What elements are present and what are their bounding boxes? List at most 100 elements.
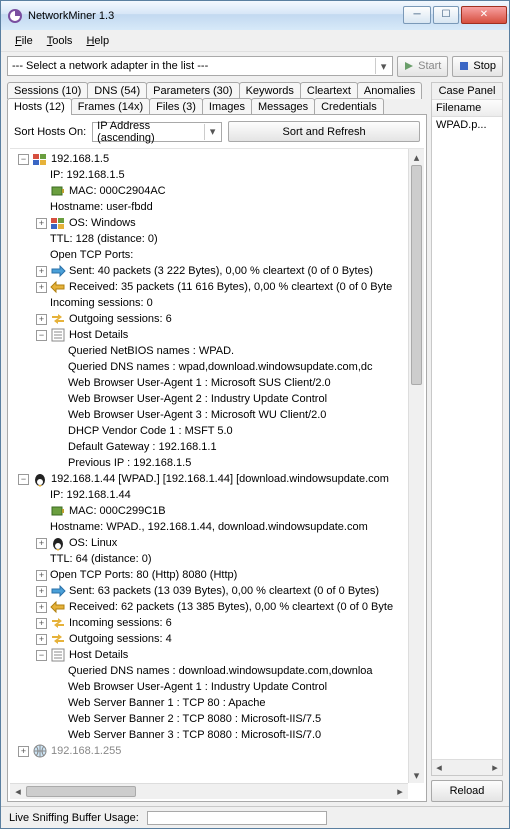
scroll-right-icon[interactable]: ▸ (488, 760, 502, 775)
tree-node[interactable]: +Sent: 40 packets (3 222 Bytes), 0,00 % … (12, 263, 424, 279)
tree-node[interactable]: Web Browser User-Agent 3 : Microsoft WU … (12, 407, 424, 423)
expand-icon[interactable]: + (36, 634, 47, 645)
tab-images[interactable]: Images (202, 98, 252, 115)
app-window: NetworkMiner 1.3 ─ ☐ ✕ File Tools Help -… (0, 0, 510, 829)
case-panel-hscroll[interactable]: ◂ ▸ (432, 759, 502, 775)
tab-files-3-[interactable]: Files (3) (149, 98, 203, 115)
menu-tools[interactable]: Tools (47, 35, 73, 47)
tree-node[interactable]: +Outgoing sessions: 6 (12, 311, 424, 327)
titlebar: NetworkMiner 1.3 ─ ☐ ✕ (1, 1, 509, 30)
tree-node[interactable]: Web Server Banner 3 : TCP 8080 : Microso… (12, 727, 424, 743)
tab-credentials[interactable]: Credentials (314, 98, 384, 115)
tree-node[interactable]: + Incoming sessions: 6 (12, 615, 424, 631)
menu-help[interactable]: Help (86, 35, 109, 47)
collapse-icon[interactable]: − (36, 330, 47, 341)
tab-anomalies[interactable]: Anomalies (357, 82, 422, 99)
tab-dns-54-[interactable]: DNS (54) (87, 82, 147, 99)
tree-node[interactable]: MAC: 000C2904AC (12, 183, 424, 199)
adapter-select[interactable]: --- Select a network adapter in the list… (7, 56, 393, 76)
tree-node-label: Queried DNS names : wpad,download.window… (68, 359, 373, 375)
tab-hosts-12-[interactable]: Hosts (12) (7, 98, 72, 115)
tree-node[interactable]: +Received: 62 packets (13 385 Bytes), 0,… (12, 599, 424, 615)
nic-icon (50, 503, 66, 519)
tree-node[interactable]: DHCP Vendor Code 1 : MSFT 5.0 (12, 423, 424, 439)
tree-node[interactable]: Queried DNS names : wpad,download.window… (12, 359, 424, 375)
tab-messages[interactable]: Messages (251, 98, 315, 115)
tree-node[interactable]: MAC: 000C299C1B (12, 503, 424, 519)
tree-node[interactable]: IP: 192.168.1.44 (12, 487, 424, 503)
tree-node[interactable]: IP: 192.168.1.5 (12, 167, 424, 183)
tree-node-label: Queried NetBIOS names : WPAD. (68, 343, 234, 359)
tree-node[interactable]: Web Browser User-Agent 1 : Microsoft SUS… (12, 375, 424, 391)
expand-icon[interactable]: + (36, 218, 47, 229)
tree-node[interactable]: Default Gateway : 192.168.1.1 (12, 439, 424, 455)
start-button[interactable]: Start (397, 56, 448, 77)
scroll-left-icon[interactable]: ◂ (10, 784, 26, 799)
tree-node[interactable]: −192.168.1.5 (12, 151, 424, 167)
tree-node[interactable]: Open TCP Ports: (12, 247, 424, 263)
tree-node[interactable]: −Host Details (12, 327, 424, 343)
tree-node[interactable]: Previous IP : 192.168.1.5 (12, 455, 424, 471)
tree-node[interactable]: Web Browser User-Agent 2 : Industry Upda… (12, 391, 424, 407)
tree-node[interactable]: + Outgoing sessions: 4 (12, 631, 424, 647)
reload-button[interactable]: Reload (431, 780, 503, 802)
expand-icon[interactable]: + (36, 570, 47, 581)
collapse-icon[interactable]: − (18, 474, 29, 485)
expand-icon[interactable]: + (36, 314, 47, 325)
expand-icon[interactable]: + (36, 586, 47, 597)
expand-icon[interactable]: + (36, 538, 47, 549)
case-panel-item[interactable]: WPAD.p... (432, 117, 502, 133)
tree-node[interactable]: +OS: Linux (12, 535, 424, 551)
tree-node[interactable]: Incoming sessions: 0 (12, 295, 424, 311)
tab-sessions-10-[interactable]: Sessions (10) (7, 82, 88, 99)
tree-node[interactable]: +Open TCP Ports: 80 (Http) 8080 (Http) (12, 567, 424, 583)
tree-node[interactable]: +Received: 35 packets (11 616 Bytes), 0,… (12, 279, 424, 295)
tree-node[interactable]: Web Server Banner 2 : TCP 8080 : Microso… (12, 711, 424, 727)
tree-node[interactable]: +192.168.1.255 (12, 743, 424, 759)
tree-node[interactable]: Queried DNS names : download.windowsupda… (12, 663, 424, 679)
chevron-down-icon: ▾ (204, 124, 220, 140)
scroll-down-icon[interactable]: ▾ (409, 767, 424, 783)
tree-node[interactable]: +OS: Windows (12, 215, 424, 231)
host-tree[interactable]: −192.168.1.5IP: 192.168.1.5MAC: 000C2904… (10, 149, 424, 799)
scroll-thumb[interactable] (26, 786, 136, 797)
tree-node[interactable]: Hostname: WPAD., 192.168.1.44, download.… (12, 519, 424, 535)
tree-node[interactable]: TTL: 128 (distance: 0) (12, 231, 424, 247)
tree-node-label: Incoming sessions: 6 (69, 615, 172, 631)
expand-icon[interactable]: + (36, 602, 47, 613)
tree-node[interactable]: −192.168.1.44 [WPAD.] [192.168.1.44] [do… (12, 471, 424, 487)
expand-icon[interactable]: + (18, 746, 29, 757)
scroll-up-icon[interactable]: ▴ (409, 149, 424, 165)
tab-frames-14x-[interactable]: Frames (14x) (71, 98, 150, 115)
maximize-button[interactable]: ☐ (433, 6, 459, 24)
scroll-thumb[interactable] (411, 165, 422, 385)
menu-file[interactable]: File (15, 35, 33, 47)
case-panel-column[interactable]: Filename (432, 100, 502, 117)
sort-refresh-button[interactable]: Sort and Refresh (228, 121, 420, 142)
tab-row-top: Sessions (10)DNS (54)Parameters (30)Keyw… (7, 82, 427, 99)
minimize-button[interactable]: ─ (403, 6, 431, 24)
tree-node-label: Outgoing sessions: 4 (69, 631, 172, 647)
tab-keywords[interactable]: Keywords (239, 82, 301, 99)
tree-node[interactable]: Web Browser User-Agent 1 : Industry Upda… (12, 679, 424, 695)
tree-node[interactable]: Hostname: user-fbdd (12, 199, 424, 215)
collapse-icon[interactable]: − (18, 154, 29, 165)
tree-node[interactable]: −Host Details (12, 647, 424, 663)
scroll-left-icon[interactable]: ◂ (432, 760, 446, 775)
close-button[interactable]: ✕ (461, 6, 507, 24)
tree-node[interactable]: +Sent: 63 packets (13 039 Bytes), 0,00 %… (12, 583, 424, 599)
stop-button[interactable]: Stop (452, 56, 503, 77)
scroll-right-icon[interactable]: ▸ (392, 784, 408, 799)
vertical-scrollbar[interactable]: ▴ ▾ (408, 149, 424, 783)
tree-node[interactable]: Web Server Banner 1 : TCP 80 : Apache (12, 695, 424, 711)
expand-icon[interactable]: + (36, 618, 47, 629)
expand-icon[interactable]: + (36, 266, 47, 277)
tab-parameters-30-[interactable]: Parameters (30) (146, 82, 239, 99)
tab-cleartext[interactable]: Cleartext (300, 82, 358, 99)
collapse-icon[interactable]: − (36, 650, 47, 661)
sort-select[interactable]: IP Address (ascending) ▾ (92, 122, 222, 142)
horizontal-scrollbar[interactable]: ◂ ▸ (10, 783, 408, 799)
tree-node[interactable]: TTL: 64 (distance: 0) (12, 551, 424, 567)
expand-icon[interactable]: + (36, 282, 47, 293)
tree-node[interactable]: Queried NetBIOS names : WPAD. (12, 343, 424, 359)
